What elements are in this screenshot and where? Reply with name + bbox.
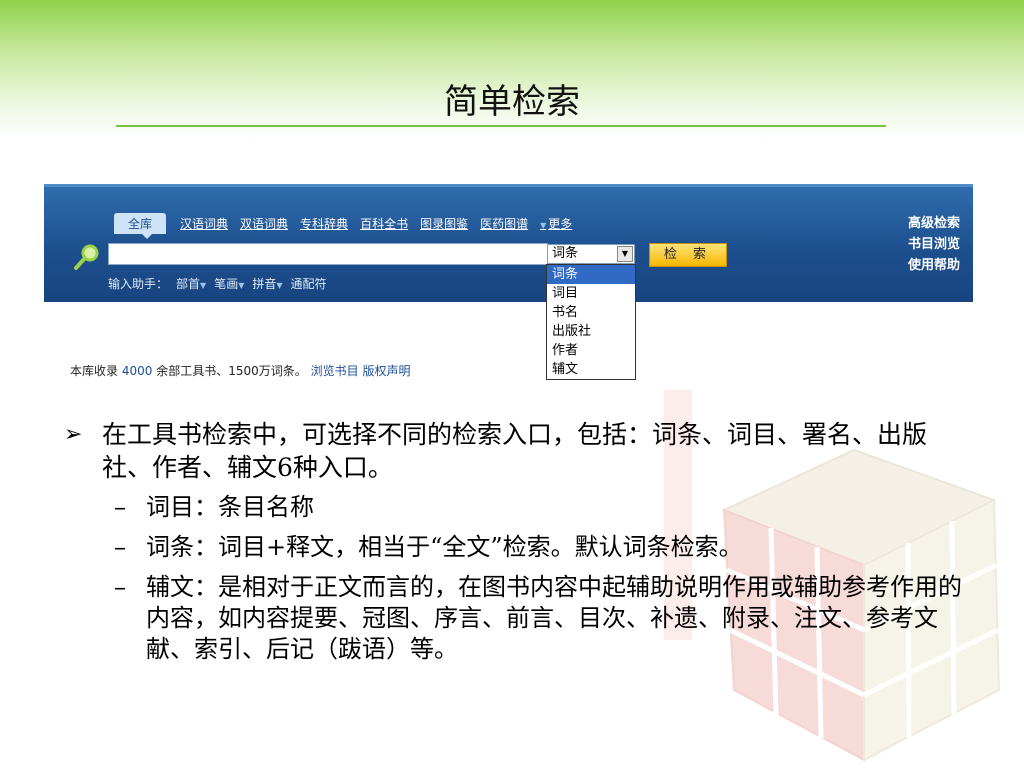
search-panel: 全库 汉语词典 双语词典 专科辞典 百科全书 图录图鉴 医药图谱 ▼ 更多 高级检… [44,184,973,302]
title-divider [116,125,886,127]
browse-catalog-link[interactable]: 浏览书目 [311,364,359,378]
tab-bilingual-dictionary[interactable]: 双语词典 [240,215,288,232]
help-link[interactable]: 使用帮助 [908,255,960,276]
sub-bullet-text: 辅文：是相对于正文而言的，在图书内容中起辅助说明作用或辅助参考作用的内容，如内容… [146,573,962,663]
tab-all-library[interactable]: 全库 [114,213,167,239]
tab-chinese-dictionary[interactable]: 汉语词典 [180,215,228,232]
sub-bullet-text: 词条：词目+释文，相当于“全文”检索。默认词条检索。 [146,533,743,561]
search-icon [74,244,99,270]
tab-encyclopedia[interactable]: 百科全书 [360,215,408,232]
option-book-title[interactable]: 书名 [547,303,635,322]
main-bullet-text: 在工具书检索中，可选择不同的检索入口，包括：词条、词目、署名、出版社、作者、辅文… [102,420,928,482]
database-tabs: 全库 汉语词典 双语词典 专科辞典 百科全书 图录图鉴 医药图谱 ▼ 更多 [114,213,572,239]
option-headword[interactable]: 词目 [547,284,635,303]
option-author[interactable]: 作者 [547,341,635,360]
tab-more[interactable]: ▼ 更多 [540,215,572,232]
assist-pinyin[interactable]: 拼音▼ [252,275,282,292]
chevron-down-icon: ▼ [540,221,547,230]
slide-body: ➢ 在工具书检索中，可选择不同的检索入口，包括：词条、词目、署名、出版社、作者、… [64,418,964,665]
option-entry[interactable]: 词条 [547,265,635,284]
library-info-suffix: 余部工具书、1500万词条。 [156,364,307,378]
catalog-browse-link[interactable]: 书目浏览 [908,234,960,255]
library-info-prefix: 本库收录 [70,364,119,378]
right-links: 高级检索 书目浏览 使用帮助 [908,213,960,276]
dash-bullet-icon: – [114,493,126,521]
assist-wildcard[interactable]: 通配符 [291,275,327,292]
advanced-search-link[interactable]: 高级检索 [908,213,960,234]
sub-bullet: – 词条：词目+释文，相当于“全文”检索。默认词条检索。 [64,532,964,563]
book-count: 4000 [121,364,153,378]
dropdown-arrow-icon[interactable]: ▼ [617,246,633,262]
dash-bullet-icon: – [114,533,126,561]
dash-bullet-icon: – [114,573,126,601]
field-select-options: 词条 词目 书名 出版社 作者 辅文 [546,264,636,380]
main-bullet: ➢ 在工具书检索中，可选择不同的检索入口，包括：词条、词目、署名、出版社、作者、… [64,418,964,484]
input-assistant: 输入助手： 部首▼ 笔画▼ 拼音▼ 通配符 [108,275,327,292]
assist-strokes[interactable]: 笔画▼ [214,275,244,292]
copyright-link[interactable]: 版权声明 [362,364,410,378]
sub-bullet: – 辅文：是相对于正文而言的，在图书内容中起辅助说明作用或辅助参考作用的内容，如… [64,572,964,665]
slide-title: 简单检索 [444,82,580,122]
sub-bullet-text: 词目：条目名称 [146,493,314,521]
arrow-bullet-icon: ➢ [64,422,83,447]
library-info: 本库收录 4000 余部工具书、1500万词条。 浏览书目 版权声明 [70,362,410,379]
tab-specialized-dictionary[interactable]: 专科辞典 [300,215,348,232]
tab-medical-atlas[interactable]: 医药图谱 [480,215,528,232]
sub-bullet: – 词目：条目名称 [64,492,964,523]
field-select[interactable]: 词条 ▼ [547,244,635,264]
assist-label: 输入助手： [108,277,169,291]
tab-more-label: 更多 [548,217,573,231]
assist-radical[interactable]: 部首▼ [176,275,206,292]
option-auxiliary-text[interactable]: 辅文 [547,360,635,379]
search-button[interactable]: 检 索 [649,243,727,267]
search-input[interactable] [108,243,548,265]
tab-atlas[interactable]: 图录图鉴 [420,215,468,232]
field-select-value: 词条 [552,246,579,261]
option-publisher[interactable]: 出版社 [547,322,635,341]
